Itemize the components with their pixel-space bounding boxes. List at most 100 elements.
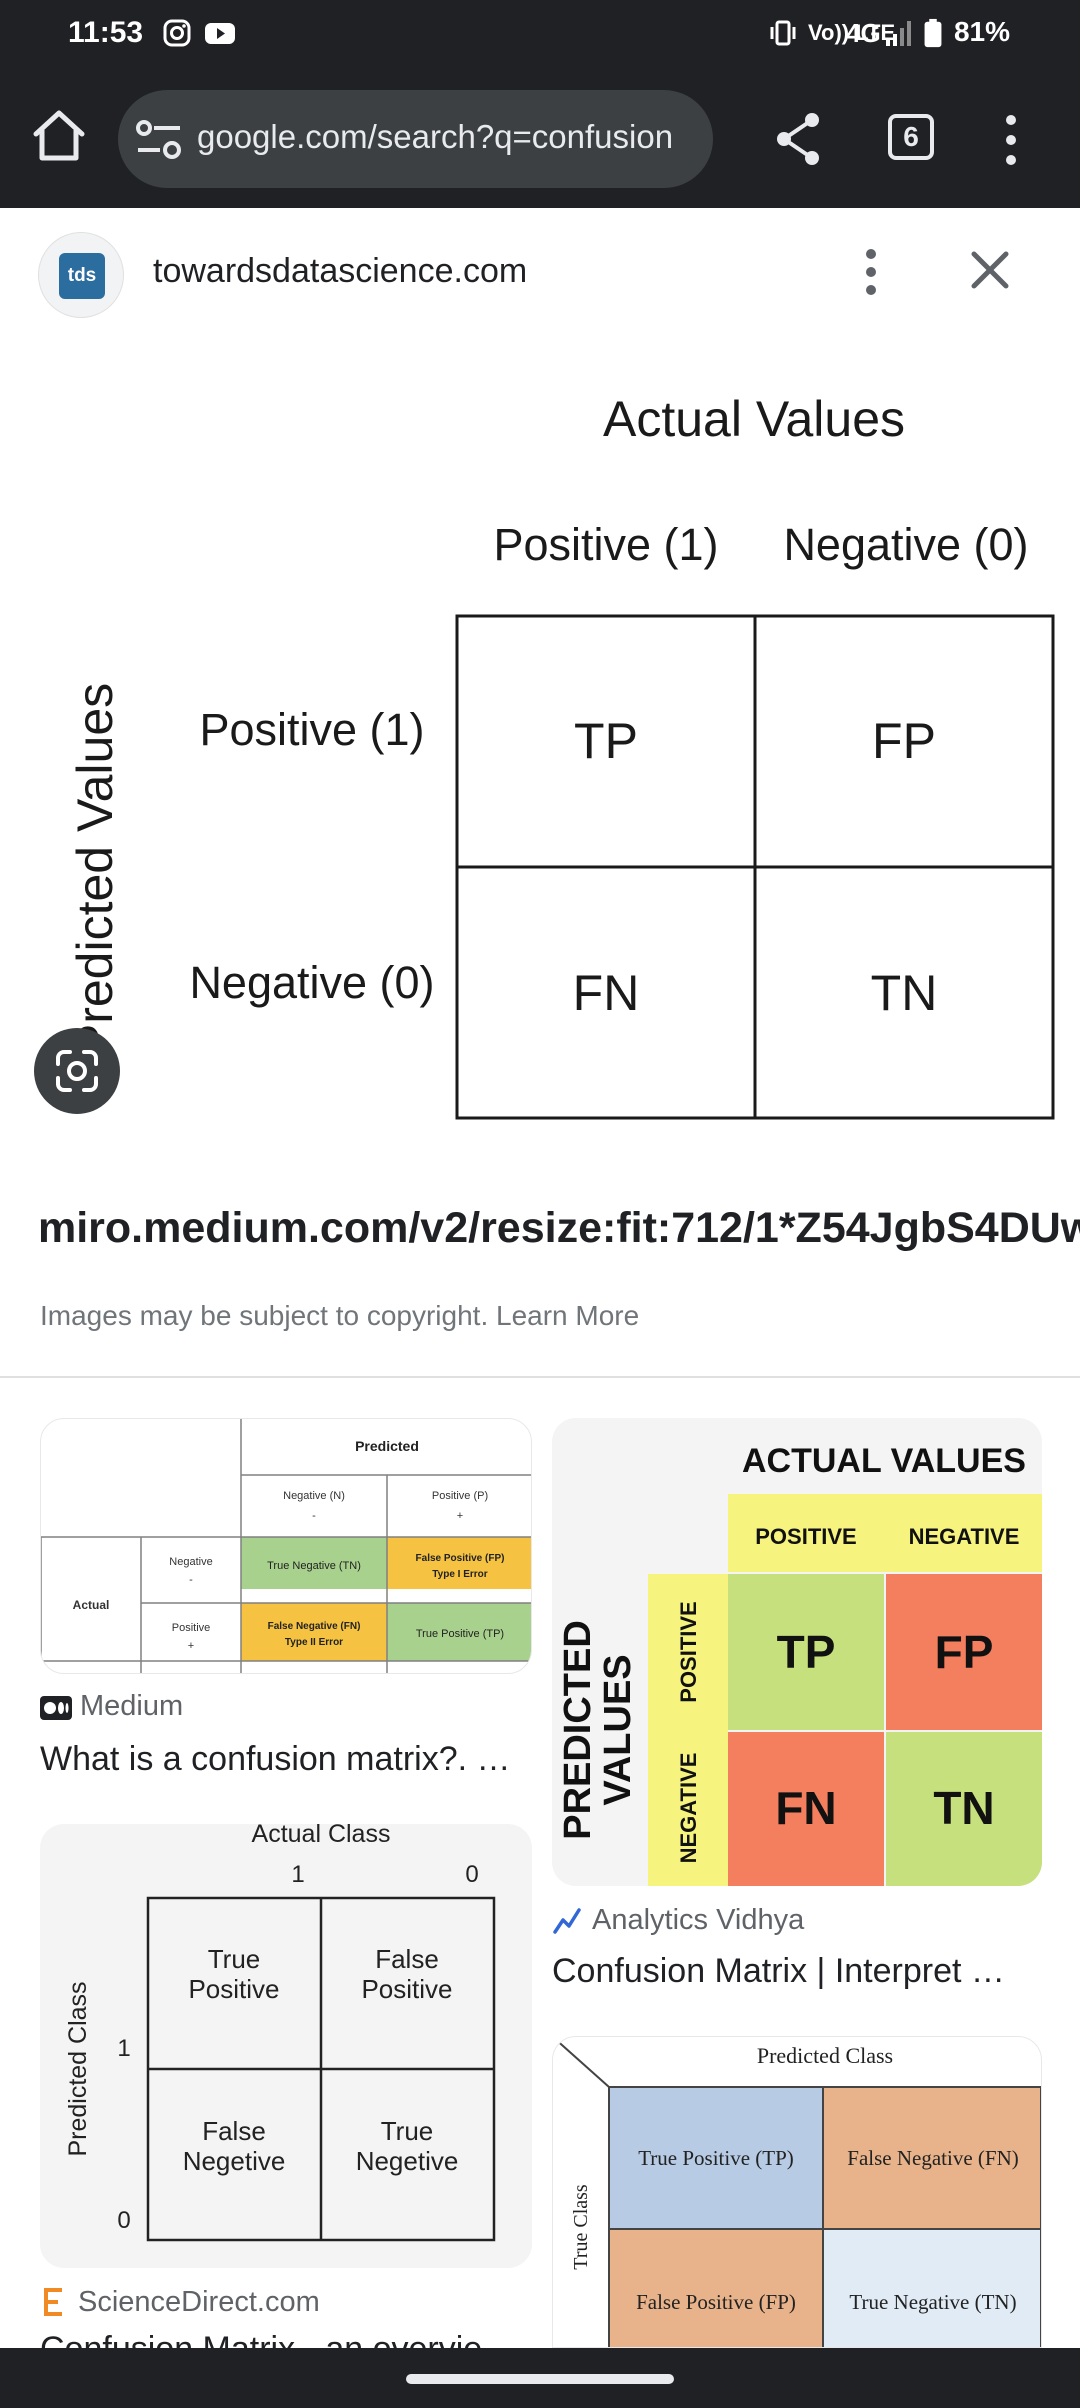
r4-thumb-tp: True Positive (TP) [638,2146,794,2170]
sd-thumb-col-0: 0 [465,1861,478,1888]
av-thumb-fp: FP [935,1626,994,1678]
sd-thumb-col-1: 1 [291,1861,304,1888]
instagram-icon [163,19,191,47]
medium-thumb-fp-2: Type I Error [432,1569,487,1580]
row-header-positive: Positive (1) [199,704,424,755]
result-thumbnail-sciencedirect[interactable]: Actual Class 1 0 Predicted Class 1 0 Tru… [40,1824,532,2268]
site-name[interactable]: towardsdatascience.com [153,252,527,291]
image-source-url[interactable]: miro.medium.com/v2/resize:fit:712/1*Z54J… [38,1204,1080,1260]
url-text[interactable]: google.com/search?q=confusion [197,118,697,162]
sd-thumb-tn-2: Negetive [356,2146,459,2176]
result-title-analytics-vidhya[interactable]: Confusion Matrix | Interpret … [552,1952,1052,1991]
r4-thumb-fp: False Positive (FP) [636,2290,796,2314]
analytics-vidhya-logo-icon [553,1908,581,1934]
medium-thumb-tn: True Negative (TN) [267,1560,361,1572]
sciencedirect-logo-icon [44,2288,62,2316]
predicted-values-title: Predicted Values [67,683,123,1057]
medium-thumb-tp: True Positive (TP) [416,1628,504,1640]
sd-thumb-row-0: 0 [117,2207,130,2234]
analytics-vidhya-matrix-image: ACTUAL VALUES POSITIVE NEGATIVE PREDICTE… [552,1418,1042,1886]
r4-thumb-true-class: True Class [570,2184,592,2270]
youtube-icon [205,23,235,44]
medium-thumb-row-neg-sign: - [189,1574,193,1586]
av-thumb-tn: TN [933,1782,994,1834]
close-icon[interactable] [964,244,1016,296]
actual-values-title: Actual Values [603,391,905,447]
lens-button[interactable] [34,1028,120,1114]
col-header-positive: Positive (1) [493,519,718,570]
gesture-handle[interactable] [406,2374,674,2384]
sd-thumb-row-1: 1 [117,2035,130,2062]
tab-switcher-button[interactable]: 6 [888,114,934,160]
battery-percent: 81% [953,16,1010,47]
sd-thumb-fn-1: False [202,2116,266,2146]
sd-thumb-tp-2: Positive [188,1974,279,2004]
av-thumb-fn: FN [775,1782,836,1834]
copyright-text: Images may be subject to copyright. [40,1300,489,1331]
sd-thumb-tn-1: True [381,2116,434,2146]
share-icon[interactable] [774,110,824,168]
vibrate-icon [770,20,796,46]
col-header-negative: Negative (0) [783,519,1028,570]
av-thumb-row-positive: POSITIVE [676,1601,701,1702]
sd-thumb-predicted: Predicted Class [64,1981,92,2156]
result-source-analytics-vidhya: Analytics Vidhya [592,1904,805,1936]
result-title-sciencedirect[interactable]: Confusion Matrix - an overvie [40,2330,540,2348]
r4-thumb-predicted: Predicted Class [757,2043,893,2068]
medium-thumb-fn-2: Type II Error [285,1637,343,1648]
divider [0,1376,1080,1378]
cell-tp: TP [574,713,638,769]
sd-thumb-tp-1: True [208,1944,261,1974]
site-settings-icon[interactable] [134,116,184,162]
av-thumb-predicted-1: PREDICTED [557,1620,599,1840]
av-thumb-row-negative: NEGATIVE [676,1753,701,1864]
cell-fp: FP [872,713,936,769]
cell-tn: TN [871,965,938,1021]
av-thumb-positive: POSITIVE [755,1524,856,1549]
av-thumb-tp: TP [777,1626,836,1678]
cell-fn: FN [573,965,640,1021]
medium-thumb-neg-header: Negative (N) [283,1490,345,1502]
sd-thumb-fp-2: Positive [361,1974,452,2004]
medium-thumb-fn-1: False Negative (FN) [268,1621,361,1632]
status-time: 11:53 [68,16,144,49]
row-header-negative: Negative (0) [189,957,434,1008]
medium-thumb-pos-sign: + [457,1510,463,1522]
medium-thumb-row-neg: Negative [169,1556,212,1568]
result-thumbnail-analytics-vidhya[interactable]: ACTUAL VALUES POSITIVE NEGATIVE PREDICTE… [552,1418,1042,1886]
signal-icon [886,21,911,46]
av-thumb-actual: ACTUAL VALUES [742,1442,1026,1480]
sd-thumb-fn-2: Negetive [183,2146,286,2176]
medium-thumb-row-pos-sign: + [188,1640,194,1652]
more-options-icon[interactable] [994,112,1028,168]
sciencedirect-matrix-image: Actual Class 1 0 Predicted Class 1 0 Tru… [64,1824,496,2242]
result-source-sciencedirect: ScienceDirect.com [78,2286,320,2318]
copyright-notice: Images may be subject to copyright. Lear… [40,1300,639,1332]
battery-icon [924,18,942,48]
medium-matrix-image: Predicted Negative (N) - Positive (P) + … [41,1419,531,1673]
r4-thumb-fn: False Negative (FN) [847,2146,1018,2170]
result-thumbnail-4[interactable]: Predicted Class True Class True Positive… [552,2036,1042,2348]
network-type: 4G [846,18,881,48]
sd-thumb-actual: Actual Class [252,1824,391,1848]
medium-thumb-neg-sign: - [312,1510,316,1522]
av-thumb-negative: NEGATIVE [909,1524,1020,1549]
medium-thumb-fp-1: False Positive (FP) [416,1553,505,1564]
sd-thumb-fp-1: False [375,1944,439,1974]
home-icon[interactable] [28,106,90,168]
result-source-medium: Medium [80,1690,184,1722]
r4-thumb-tn: True Negative (TN) [849,2290,1016,2314]
site-favicon: tds [38,232,124,318]
medium-logo-icon [40,1696,72,1720]
result-title-medium[interactable]: What is a confusion matrix?. … [40,1740,540,1779]
av-thumb-predicted-2: VALUES [597,1654,639,1805]
viewer-more-icon[interactable] [856,246,886,298]
tds-logo: tds [59,253,105,299]
medium-thumb-pos-header: Positive (P) [432,1490,488,1502]
learn-more-link[interactable]: Learn More [496,1300,639,1331]
medium-thumb-row-pos: Positive [172,1622,211,1634]
lens-icon [56,1050,98,1092]
result-thumbnail-medium[interactable]: Predicted Negative (N) - Positive (P) + … [40,1418,532,1674]
result-4-matrix-image: Predicted Class True Class True Positive… [553,2037,1041,2347]
main-image-confusion-matrix[interactable]: Actual Values Positive (1) Negative (0) … [0,380,1080,1150]
